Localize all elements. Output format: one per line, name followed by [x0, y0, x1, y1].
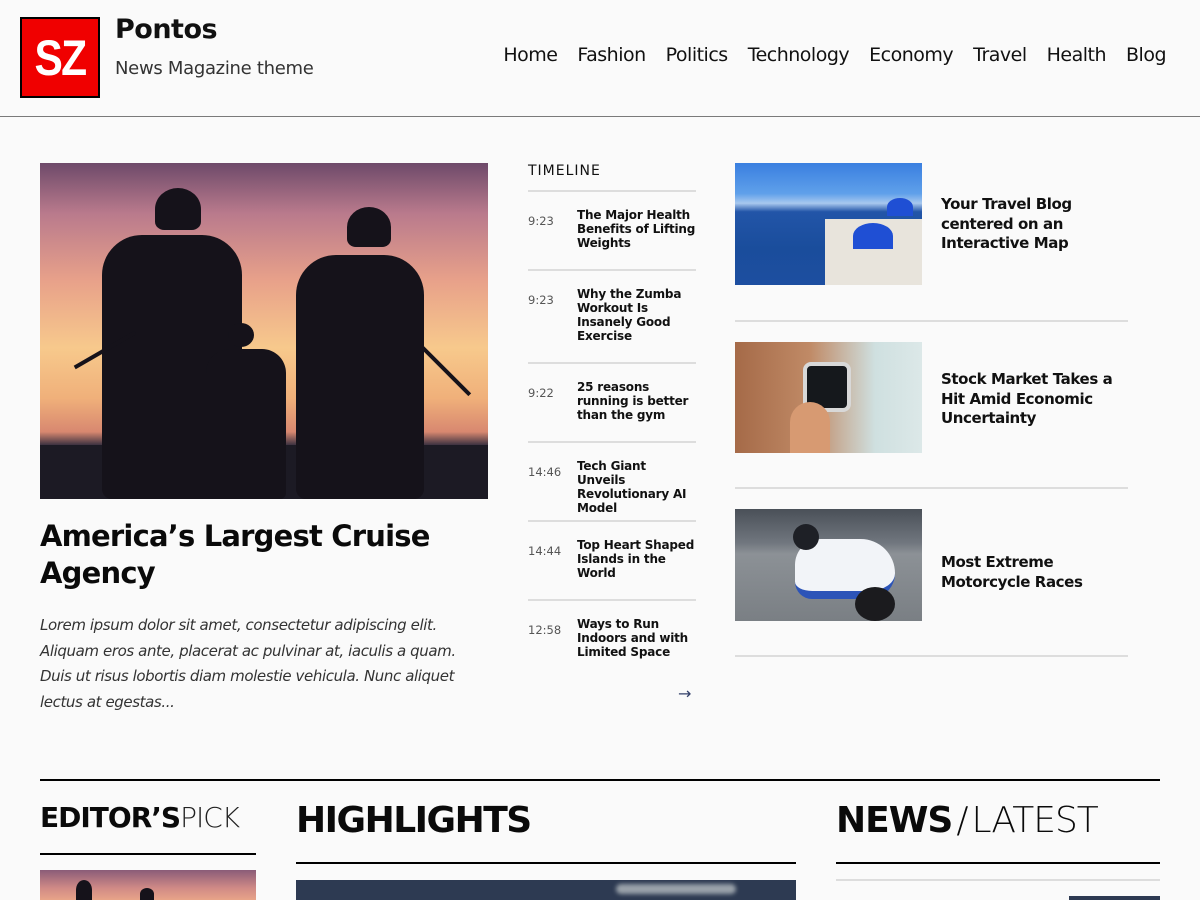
side-article-headline[interactable]: Your Travel Blog centered on an Interact…	[941, 195, 1121, 254]
site-header: SZ Pontos News Magazine theme Home Fashi…	[0, 0, 1200, 117]
news-latest-image[interactable]	[1069, 896, 1160, 900]
soldier-silhouette	[206, 349, 286, 499]
side-article-image[interactable]	[735, 509, 922, 621]
timeline-item[interactable]: 14:46 Tech Giant Unveils Revolutionary A…	[528, 443, 696, 522]
site-logo[interactable]: SZ	[20, 17, 100, 98]
timeline-time: 9:23	[528, 293, 554, 307]
featured-image[interactable]	[40, 163, 488, 499]
section-divider	[40, 779, 1160, 781]
soldier-silhouette	[140, 888, 154, 900]
side-article[interactable]: Your Travel Blog centered on an Interact…	[735, 163, 1128, 322]
image-finger	[790, 402, 830, 453]
image-helmet	[793, 524, 819, 550]
side-article[interactable]: Most Extreme Motorcycle Races	[735, 489, 1128, 657]
editors-pick-bold: EDITOR’S	[40, 801, 181, 834]
timeline-headline[interactable]: The Major Health Benefits of Lifting Wei…	[577, 208, 696, 269]
main-nav: Home Fashion Politics Technology Economy…	[483, 44, 1166, 66]
nav-fashion[interactable]: Fashion	[577, 44, 646, 66]
nav-health[interactable]: Health	[1047, 44, 1107, 66]
timeline-time: 9:22	[528, 386, 554, 400]
site-title[interactable]: Pontos	[115, 14, 218, 45]
side-articles: Your Travel Blog centered on an Interact…	[735, 163, 1128, 657]
timeline-item[interactable]: 9:22 25 reasons running is better than t…	[528, 364, 696, 443]
nav-travel[interactable]: Travel	[973, 44, 1027, 66]
timeline-time: 12:58	[528, 623, 562, 637]
highlights-image[interactable]	[296, 880, 796, 900]
timeline-headline[interactable]: Tech Giant Unveils Revolutionary AI Mode…	[577, 459, 696, 520]
nav-blog[interactable]: Blog	[1126, 44, 1167, 66]
side-article-image[interactable]	[735, 342, 922, 453]
news-latest-title: NEWS / LATEST	[836, 800, 1099, 841]
featured-excerpt: Lorem ipsum dolor sit amet, consectetur …	[40, 616, 456, 711]
site-tagline: News Magazine theme	[115, 58, 314, 79]
timeline-headline[interactable]: Top Heart Shaped Islands in the World	[577, 538, 696, 599]
side-article[interactable]: Stock Market Takes a Hit Amid Economic U…	[735, 322, 1128, 489]
nav-technology[interactable]: Technology	[748, 44, 850, 66]
timeline-headline[interactable]: Why the Zumba Workout Is Insanely Good E…	[577, 287, 696, 362]
logo-text: SZ	[34, 29, 88, 86]
soldier-silhouette	[76, 880, 92, 900]
timeline-item[interactable]: 14:44 Top Heart Shaped Islands in the Wo…	[528, 522, 696, 601]
timeline: TIMELINE 9:23 The Major Health Benefits …	[528, 163, 696, 680]
nav-politics[interactable]: Politics	[666, 44, 729, 66]
image-blue-dome	[853, 223, 893, 249]
timeline-headline[interactable]: Ways to Run Indoors and with Limited Spa…	[577, 617, 696, 680]
news-latest-rule	[836, 862, 1160, 864]
nav-economy[interactable]: Economy	[869, 44, 954, 66]
timeline-headline[interactable]: 25 reasons running is better than the gy…	[577, 380, 696, 441]
news-latest-light: LATEST	[971, 800, 1099, 841]
timeline-time: 9:23	[528, 214, 554, 228]
rifle-silhouette	[418, 343, 472, 397]
soldier-silhouette	[155, 188, 201, 230]
nav-home[interactable]: Home	[503, 44, 558, 66]
soldier-silhouette	[347, 207, 391, 247]
image-wheel	[855, 587, 895, 621]
side-article-headline[interactable]: Most Extreme Motorcycle Races	[941, 553, 1121, 592]
news-latest-bold: NEWS	[836, 800, 953, 841]
arrow-right-icon[interactable]: →	[678, 684, 691, 703]
editors-pick-light: PICK	[180, 801, 240, 834]
editors-pick-title: EDITOR’SPICK	[40, 801, 240, 834]
editors-pick-image[interactable]	[40, 870, 256, 900]
soldier-silhouette	[228, 323, 254, 347]
image-blue-dome	[887, 198, 913, 216]
timeline-item[interactable]: 12:58 Ways to Run Indoors and with Limit…	[528, 601, 696, 680]
news-latest-slash: /	[956, 800, 968, 841]
timeline-time: 14:44	[528, 544, 562, 558]
timeline-time: 14:46	[528, 465, 562, 479]
timeline-title: TIMELINE	[528, 163, 696, 192]
side-article-image[interactable]	[735, 163, 922, 285]
side-article-headline[interactable]: Stock Market Takes a Hit Amid Economic U…	[941, 370, 1121, 429]
editors-pick-rule	[40, 853, 256, 855]
image-cloud	[616, 884, 736, 894]
highlights-title: HIGHLIGHTS	[296, 800, 532, 841]
timeline-item[interactable]: 9:23 The Major Health Benefits of Liftin…	[528, 192, 696, 271]
highlights-rule	[296, 862, 796, 864]
news-latest-subrule	[836, 879, 1160, 881]
featured-title[interactable]: America’s Largest Cruise Agency	[40, 518, 490, 592]
timeline-item[interactable]: 9:23 Why the Zumba Workout Is Insanely G…	[528, 271, 696, 364]
soldier-silhouette	[296, 255, 424, 499]
